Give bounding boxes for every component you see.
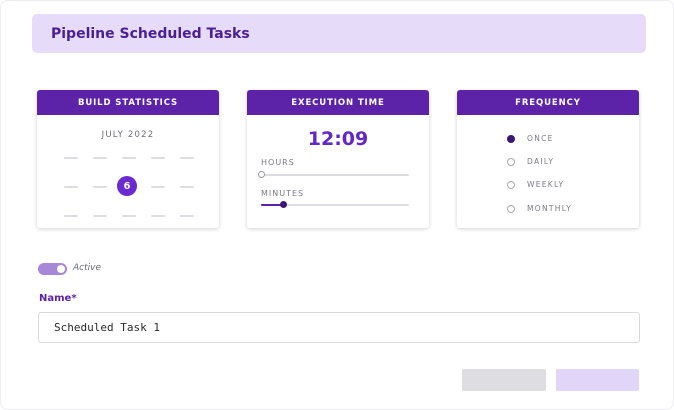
frequency-option-weekly[interactable]: WEEKLY xyxy=(507,180,564,189)
build-statistics-card: BUILD STATISTICS JULY 2022 6 xyxy=(37,90,219,228)
calendar-day-placeholder[interactable] xyxy=(122,157,136,159)
toggle-knob xyxy=(57,265,65,273)
page-header: Pipeline Scheduled Tasks xyxy=(32,14,646,53)
active-toggle[interactable] xyxy=(38,263,67,275)
execution-time-title: EXECUTION TIME xyxy=(247,90,429,115)
save-button[interactable] xyxy=(556,369,639,391)
calendar-day-placeholder[interactable] xyxy=(64,215,78,217)
minutes-slider[interactable] xyxy=(261,201,409,208)
frequency-title: FREQUENCY xyxy=(457,90,639,115)
calendar-day-placeholder[interactable] xyxy=(93,215,107,217)
calendar-day-placeholder[interactable] xyxy=(151,215,165,217)
minutes-label: MINUTES xyxy=(261,189,305,198)
calendar-day-placeholder[interactable] xyxy=(180,186,194,188)
frequency-card: FREQUENCY ONCE DAILY WEEKLY MONTHLY xyxy=(457,90,639,228)
scheduler-panel: Pipeline Scheduled Tasks BUILD STATISTIC… xyxy=(0,0,674,410)
calendar-day-placeholder[interactable] xyxy=(93,186,107,188)
hours-label: HOURS xyxy=(261,158,295,167)
execution-time-card: EXECUTION TIME 12:09 HOURS MINUTES xyxy=(247,90,429,228)
radio-icon[interactable] xyxy=(507,157,515,166)
name-input[interactable]: Scheduled Task 1 xyxy=(38,312,640,343)
calendar-day-placeholder[interactable] xyxy=(122,215,136,217)
hours-slider[interactable] xyxy=(258,171,409,178)
calendar-month: JULY 2022 xyxy=(101,130,155,140)
calendar-day-placeholder[interactable] xyxy=(180,215,194,217)
calendar-day-placeholder[interactable] xyxy=(64,186,78,188)
frequency-option-label: DAILY xyxy=(527,157,555,166)
build-statistics-title: BUILD STATISTICS xyxy=(37,90,219,115)
calendar-day-placeholder[interactable] xyxy=(180,157,194,159)
radio-icon[interactable] xyxy=(507,180,515,189)
frequency-option-label: ONCE xyxy=(527,134,554,143)
frequency-option-daily[interactable]: DAILY xyxy=(507,157,554,166)
frequency-option-label: MONTHLY xyxy=(527,204,573,213)
calendar-day-placeholder[interactable] xyxy=(151,186,165,188)
frequency-option-label: WEEKLY xyxy=(527,180,565,189)
minutes-slider-thumb[interactable] xyxy=(280,201,288,208)
frequency-option-once[interactable]: ONCE xyxy=(507,134,554,143)
radio-icon[interactable] xyxy=(507,134,515,143)
time-display: 12:09 xyxy=(307,128,369,150)
active-toggle-label: Active xyxy=(73,263,101,273)
calendar-day-placeholder[interactable] xyxy=(64,157,78,159)
radio-icon[interactable] xyxy=(507,204,515,213)
cancel-button[interactable] xyxy=(462,369,546,391)
page-title: Pipeline Scheduled Tasks xyxy=(51,25,250,42)
frequency-option-monthly[interactable]: MONTHLY xyxy=(507,204,572,213)
name-field-label: Name* xyxy=(39,293,77,304)
calendar-day-placeholder[interactable] xyxy=(151,157,165,159)
calendar-day-placeholder[interactable] xyxy=(93,157,107,159)
hours-slider-thumb[interactable] xyxy=(258,171,265,178)
calendar-selected-day[interactable]: 6 xyxy=(117,176,137,196)
